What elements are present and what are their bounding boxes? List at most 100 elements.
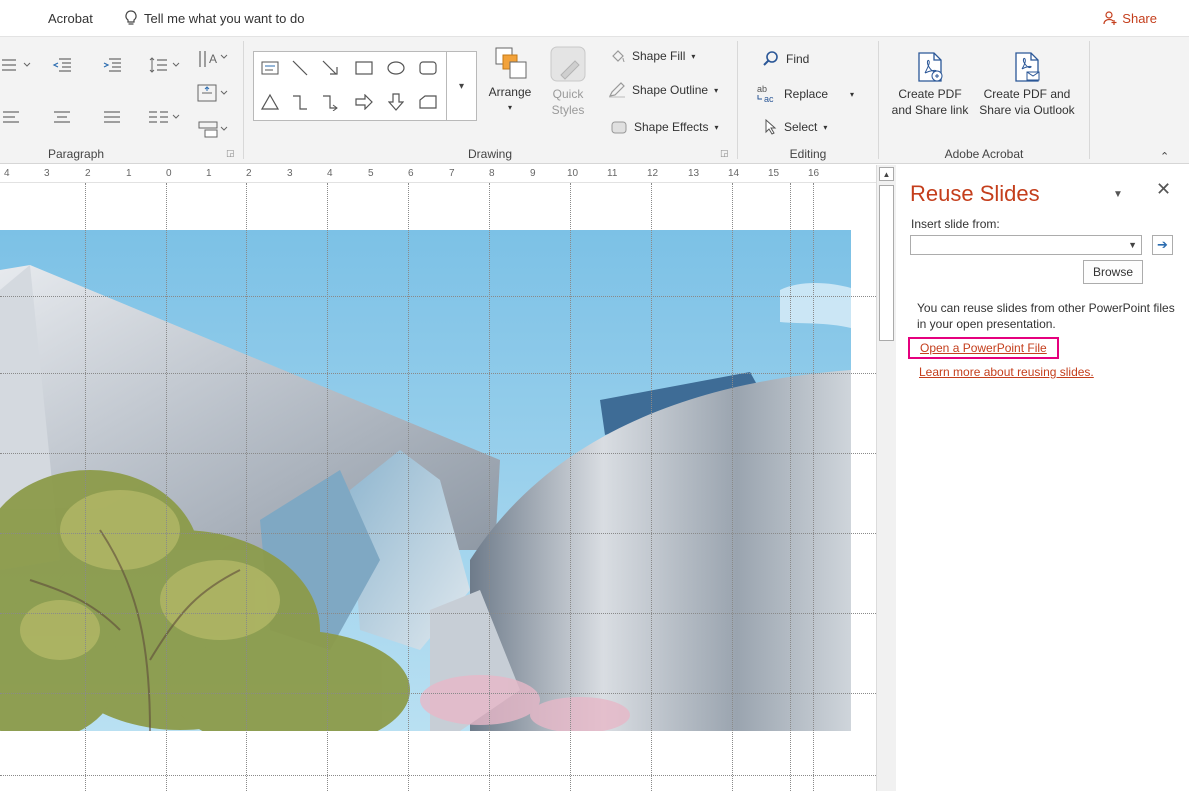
pdf-share-icon bbox=[918, 52, 943, 82]
ruler-label: 12 bbox=[647, 168, 659, 179]
alignment-guide bbox=[0, 775, 876, 776]
group-divider bbox=[737, 41, 738, 159]
share-button[interactable]: Share bbox=[1102, 10, 1157, 26]
pencil-icon bbox=[608, 82, 625, 98]
ruler-label: 15 bbox=[768, 168, 780, 179]
pane-title: Reuse Slides bbox=[910, 181, 1040, 206]
arrow-line-shape-icon[interactable] bbox=[320, 58, 340, 78]
slide-building-photo[interactable] bbox=[0, 230, 851, 731]
go-arrow-button[interactable]: ➔ bbox=[1152, 235, 1173, 255]
reuse-info-text: You can reuse slides from other PowerPoi… bbox=[917, 301, 1175, 331]
title-tab-bar: Acrobat Tell me what you want to do Shar… bbox=[0, 0, 1189, 36]
oval-shape-icon[interactable] bbox=[386, 58, 406, 78]
shape-effects-icon bbox=[611, 121, 627, 134]
insert-slide-source-select[interactable]: ▼ bbox=[910, 235, 1142, 255]
columns-icon[interactable] bbox=[148, 107, 182, 127]
pane-options-dropdown-icon[interactable]: ▼ bbox=[1113, 189, 1123, 200]
vertical-scrollbar[interactable]: ▲ bbox=[876, 165, 896, 791]
arrange-label: Arrange bbox=[488, 85, 532, 99]
browse-button[interactable]: Browse bbox=[1083, 260, 1143, 284]
ruler-label: 1 bbox=[126, 168, 132, 179]
create-pdf-share-link-label-1: Create PDF bbox=[898, 87, 962, 101]
tell-me-search[interactable]: Tell me what you want to do bbox=[124, 10, 304, 26]
tab-acrobat[interactable]: Acrobat bbox=[48, 11, 93, 26]
svg-text:A: A bbox=[209, 52, 217, 66]
text-box-shape-icon[interactable] bbox=[260, 58, 280, 78]
shape-outline-label: Shape Outline bbox=[632, 83, 709, 97]
text-direction-icon[interactable]: A bbox=[196, 47, 230, 71]
find-button[interactable]: Find bbox=[762, 50, 809, 68]
alignment-guide bbox=[0, 693, 876, 694]
shapes-gallery-more-button[interactable]: ▾ bbox=[447, 51, 477, 121]
elbow-arrow-shape-icon[interactable] bbox=[320, 92, 340, 112]
alignment-guide bbox=[0, 373, 876, 374]
ruler-label: 9 bbox=[530, 168, 536, 179]
open-powerpoint-file-link[interactable]: Open a PowerPoint File bbox=[908, 337, 1059, 359]
shape-outline-button[interactable]: Shape Outline ▾ bbox=[608, 82, 718, 98]
right-arrow-shape-icon[interactable] bbox=[354, 92, 374, 112]
quick-styles-button[interactable]: Quick Styles bbox=[543, 45, 593, 118]
slide-editing-canvas[interactable] bbox=[0, 183, 876, 791]
line-spacing-icon[interactable] bbox=[148, 55, 182, 75]
justify-icon[interactable] bbox=[100, 107, 124, 127]
scroll-up-arrow-icon[interactable]: ▲ bbox=[879, 167, 894, 181]
pane-close-icon[interactable]: ✕ bbox=[1156, 179, 1171, 200]
smartart-icon[interactable] bbox=[196, 117, 230, 141]
alignment-guide bbox=[732, 183, 733, 791]
ruler-label: 1 bbox=[206, 168, 212, 179]
align-center-icon[interactable] bbox=[50, 107, 74, 127]
alignment-guide bbox=[0, 533, 876, 534]
rectangle-shape-icon[interactable] bbox=[354, 58, 374, 78]
quick-styles-label-2: Styles bbox=[551, 103, 585, 117]
pdf-mail-icon bbox=[1015, 52, 1040, 82]
down-arrow-shape-icon[interactable] bbox=[386, 92, 406, 112]
select-button[interactable]: Select ▾ bbox=[764, 119, 827, 135]
paragraph-launcher-icon[interactable]: ◲ bbox=[226, 148, 235, 159]
paragraph-group: A Paragraph ◲ bbox=[0, 37, 243, 163]
shapes-gallery[interactable] bbox=[253, 51, 447, 121]
ruler-label: 3 bbox=[287, 168, 293, 179]
select-label: Select bbox=[784, 120, 818, 134]
alignment-guide bbox=[408, 183, 409, 791]
alignment-guide bbox=[246, 183, 247, 791]
paragraph-group-label: Paragraph bbox=[48, 147, 105, 161]
alignment-guide bbox=[570, 183, 571, 791]
learn-more-reusing-link[interactable]: Learn more about reusing slides. bbox=[919, 365, 1094, 379]
svg-text:ab: ab bbox=[757, 84, 767, 94]
triangle-shape-icon[interactable] bbox=[260, 92, 280, 112]
decrease-indent-icon[interactable] bbox=[50, 55, 74, 75]
group-divider bbox=[878, 41, 879, 159]
align-text-icon[interactable] bbox=[196, 81, 230, 105]
replace-dropdown-icon[interactable]: ▾ bbox=[850, 90, 854, 99]
create-pdf-share-link-button[interactable]: Create PDF and Share link bbox=[888, 51, 972, 118]
shape-fill-button[interactable]: Shape Fill ▾ bbox=[610, 48, 695, 64]
numbered-list-icon[interactable] bbox=[0, 55, 34, 75]
create-pdf-outlook-label-1: Create PDF and bbox=[983, 87, 1071, 101]
rounded-rectangle-shape-icon[interactable] bbox=[418, 58, 438, 78]
snip-rectangle-shape-icon[interactable] bbox=[418, 92, 438, 112]
replace-button[interactable]: ab ac Replace ▾ bbox=[756, 84, 854, 104]
arrange-button[interactable]: Arrange ▾ bbox=[485, 45, 535, 116]
ruler-label: 3 bbox=[44, 168, 50, 179]
create-pdf-share-link-label-2: and Share link bbox=[891, 103, 969, 117]
line-shape-icon[interactable] bbox=[290, 58, 310, 78]
shape-effects-button[interactable]: Shape Effects ▾ bbox=[610, 119, 719, 135]
find-label: Find bbox=[786, 52, 810, 66]
increase-indent-icon[interactable] bbox=[100, 55, 124, 75]
create-pdf-outlook-button[interactable]: Create PDF and Share via Outlook bbox=[974, 51, 1080, 118]
ruler-label: 6 bbox=[408, 168, 414, 179]
elbow-connector-shape-icon[interactable] bbox=[290, 92, 310, 112]
magnifier-icon bbox=[763, 51, 778, 66]
ruler-label: 7 bbox=[449, 168, 455, 179]
drawing-launcher-icon[interactable]: ◲ bbox=[720, 148, 729, 159]
ruler-label: 14 bbox=[728, 168, 740, 179]
collapse-ribbon-icon[interactable]: ⌃ bbox=[1160, 150, 1169, 163]
building-photo-image bbox=[0, 230, 851, 731]
lightbulb-icon bbox=[125, 10, 137, 25]
editing-group-label: Editing bbox=[789, 147, 827, 161]
horizontal-ruler: 4 3 2 1 0 1 2 3 4 5 6 7 8 9 10 11 12 13 … bbox=[0, 165, 876, 183]
scrollbar-thumb[interactable] bbox=[879, 185, 894, 341]
align-left-icon[interactable] bbox=[0, 107, 24, 127]
ribbon: A Paragraph ◲ ▾ Arrange ▾ Quick Styles S… bbox=[0, 36, 1189, 164]
paint-bucket-icon bbox=[612, 50, 625, 63]
